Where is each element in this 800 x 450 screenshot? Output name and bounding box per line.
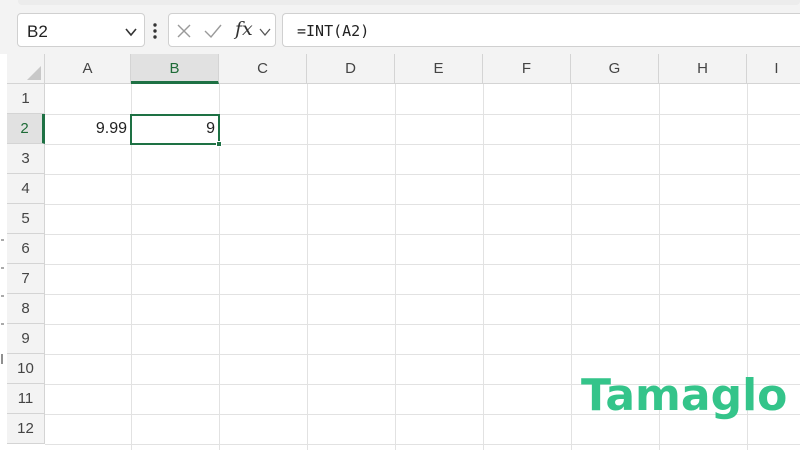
row-gridline (45, 354, 800, 355)
row-gridline (45, 234, 800, 235)
column-header-g[interactable]: G (571, 54, 659, 84)
row-header-8[interactable]: 8 (7, 294, 45, 324)
row-gridline (45, 444, 800, 445)
chevron-down-icon[interactable] (124, 25, 138, 39)
column-header-f[interactable]: F (483, 54, 571, 84)
column-gridline (395, 84, 396, 450)
column-header-a[interactable]: A (45, 54, 131, 84)
cell-a2[interactable]: 9.99 (45, 114, 131, 144)
x-icon[interactable] (176, 23, 192, 39)
row-gridline (45, 324, 800, 325)
row-header-11[interactable]: 11 (7, 384, 45, 414)
name-box-value: B2 (27, 22, 48, 41)
formula-actions: fx (168, 13, 276, 47)
row-header-12[interactable]: 12 (7, 414, 45, 444)
column-header-i[interactable]: I (747, 54, 800, 84)
column-header-d[interactable]: D (307, 54, 395, 84)
row-header-9[interactable]: 9 (7, 324, 45, 354)
select-all-corner[interactable] (7, 54, 45, 84)
row-header-6[interactable]: 6 (7, 234, 45, 264)
column-header-h[interactable]: H (659, 54, 747, 84)
watermark-logo: Tamaglo (581, 370, 788, 421)
row-header-4[interactable]: 4 (7, 174, 45, 204)
column-header-b[interactable]: B (131, 54, 219, 84)
chevron-down-icon[interactable] (259, 27, 271, 37)
top-strip-inner (18, 0, 800, 5)
formula-text: =INT(A2) (297, 22, 370, 40)
formula-bar-row: B2 fx =INT(A2) (0, 8, 800, 54)
fill-handle[interactable] (216, 141, 222, 147)
column-gridline (307, 84, 308, 450)
left-edge-marks (1, 239, 4, 364)
top-strip (0, 0, 800, 8)
formula-input[interactable]: =INT(A2) (282, 13, 800, 47)
row-header-2[interactable]: 2 (7, 114, 45, 144)
row-gridline (45, 264, 800, 265)
column-header-c[interactable]: C (219, 54, 307, 84)
column-header-e[interactable]: E (395, 54, 483, 84)
insert-function-icon[interactable]: fx (235, 18, 253, 40)
name-box[interactable]: B2 (17, 13, 145, 47)
check-icon[interactable] (203, 23, 223, 39)
row-gridline (45, 204, 800, 205)
column-gridline (483, 84, 484, 450)
row-gridline (45, 174, 800, 175)
selection-border (130, 114, 220, 145)
select-all-triangle (27, 66, 41, 80)
more-options-icon[interactable] (151, 21, 159, 41)
row-header-5[interactable]: 5 (7, 204, 45, 234)
row-header-10[interactable]: 10 (7, 354, 45, 384)
row-gridline (45, 294, 800, 295)
row-header-3[interactable]: 3 (7, 144, 45, 174)
column-gridline (571, 84, 572, 450)
row-header-1[interactable]: 1 (7, 84, 45, 114)
row-header-7[interactable]: 7 (7, 264, 45, 294)
